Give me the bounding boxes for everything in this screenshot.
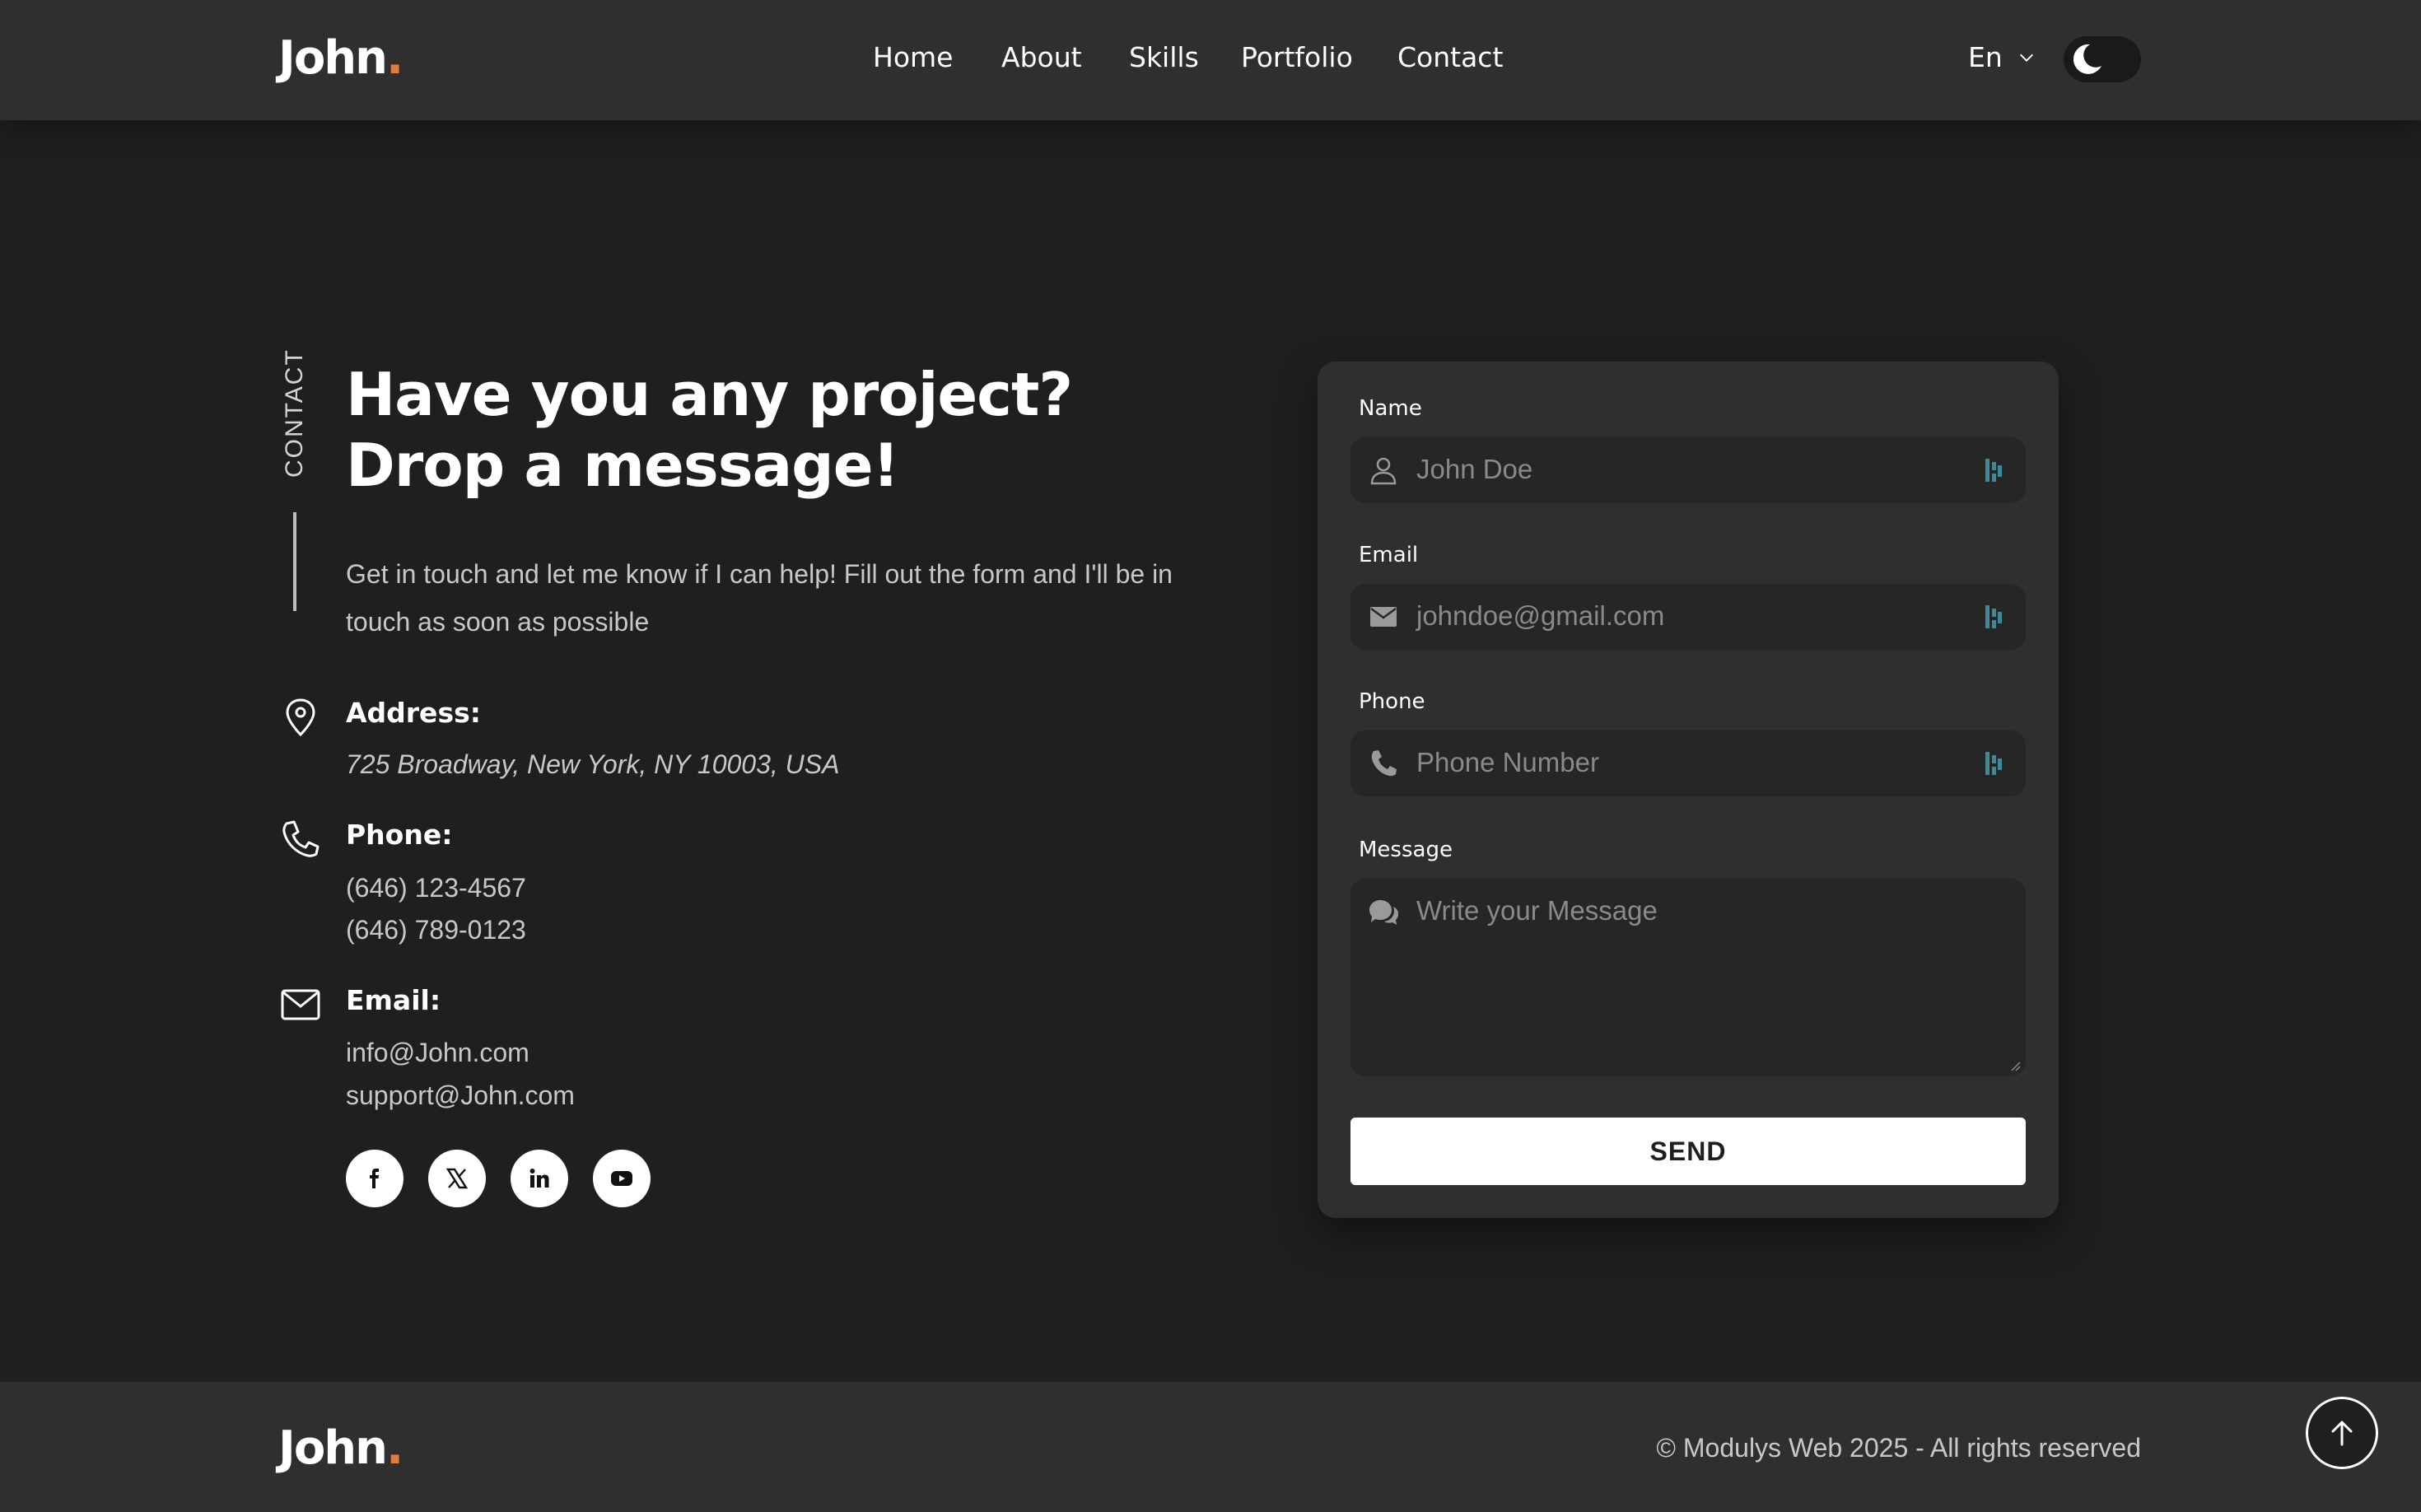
phone-value-2[interactable]: (646) 789-0123	[346, 915, 526, 945]
email-value-2[interactable]: support@John.com	[346, 1080, 575, 1111]
message-placeholder: Write your Message	[1416, 895, 1658, 926]
linkedin-icon	[529, 1169, 549, 1188]
title-line-1: Have you any project?	[346, 360, 1073, 429]
resize-handle-icon[interactable]	[2008, 1058, 2021, 1071]
send-button[interactable]: SEND	[1350, 1118, 2026, 1185]
footer-logo[interactable]: John.	[278, 1421, 404, 1475]
site-header: John. Home About Skills Portfolio Contac…	[0, 0, 2421, 120]
phone-label: Phone	[1359, 689, 1425, 714]
nav-contact[interactable]: Contact	[1397, 41, 1503, 73]
language-value: En	[1968, 41, 2003, 73]
main-nav: Home About Skills Portfolio Contact	[0, 0, 2421, 120]
name-field[interactable]: John Doe	[1350, 437, 2026, 503]
email-title: Email:	[346, 984, 441, 1016]
facebook-link[interactable]	[346, 1150, 404, 1207]
envelope-icon	[281, 989, 320, 1020]
phone-field[interactable]: Phone Number	[1350, 730, 2026, 796]
chat-icon	[1369, 900, 1398, 925]
moon-icon	[2073, 44, 2101, 74]
social-links	[346, 1150, 651, 1207]
scroll-to-top-button[interactable]	[2306, 1397, 2378, 1469]
theme-toggle[interactable]	[2064, 36, 2141, 82]
address-title: Address:	[346, 697, 481, 729]
message-textarea[interactable]: Write your Message	[1350, 879, 2026, 1076]
address-value: 725 Broadway, New York, NY 10003, USA	[346, 749, 840, 779]
email-placeholder: johndoe@gmail.com	[1416, 600, 1665, 631]
name-label: Name	[1359, 396, 1422, 421]
youtube-icon	[611, 1171, 632, 1186]
nav-portfolio[interactable]: Portfolio	[1241, 41, 1353, 73]
footer-logo-text: John	[278, 1421, 388, 1475]
page-title: Have you any project? Drop a message!	[346, 359, 1073, 501]
name-placeholder: John Doe	[1416, 454, 1533, 484]
linkedin-link[interactable]	[511, 1150, 568, 1207]
language-select[interactable]: En	[1968, 41, 2036, 73]
email-label: Email	[1359, 543, 1419, 567]
email-field[interactable]: johndoe@gmail.com	[1350, 584, 2026, 650]
nav-about[interactable]: About	[1001, 41, 1082, 73]
nav-skills[interactable]: Skills	[1129, 41, 1199, 73]
arrow-up-icon	[2331, 1421, 2353, 1446]
intro-text: Get in touch and let me know if I can he…	[346, 559, 1173, 637]
location-pin-icon	[286, 698, 315, 737]
contact-form: Name John Doe Email johndoe@gmail.com Ph…	[1318, 362, 2059, 1218]
nav-home[interactable]: Home	[873, 41, 953, 73]
section-divider	[293, 512, 296, 611]
phone-placeholder: Phone Number	[1416, 747, 1599, 777]
section-label: CONTACT	[281, 348, 308, 478]
phone-title: Phone:	[346, 819, 453, 851]
x-icon	[445, 1168, 469, 1189]
autofill-key-icon[interactable]	[1985, 750, 2003, 777]
title-line-2: Drop a message!	[346, 431, 899, 500]
user-icon	[1370, 457, 1397, 485]
footer-logo-dot: .	[386, 1421, 404, 1475]
x-link[interactable]	[428, 1150, 486, 1207]
site-footer: John. © Modulys Web 2025 - All rights re…	[0, 1382, 2421, 1512]
autofill-key-icon[interactable]	[1985, 457, 2003, 483]
email-value-1[interactable]: info@John.com	[346, 1038, 529, 1068]
mail-icon	[1370, 607, 1397, 627]
youtube-link[interactable]	[593, 1150, 651, 1207]
facebook-icon	[370, 1169, 379, 1188]
phone-icon	[282, 820, 320, 857]
phone-value-1[interactable]: (646) 123-4567	[346, 873, 526, 903]
copyright-text: © Modulys Web 2025 - All rights reserved	[1656, 1433, 2141, 1463]
phone-icon	[1371, 750, 1397, 777]
message-label: Message	[1359, 838, 1453, 862]
autofill-key-icon[interactable]	[1985, 604, 2003, 630]
chevron-down-icon	[2019, 54, 2033, 62]
